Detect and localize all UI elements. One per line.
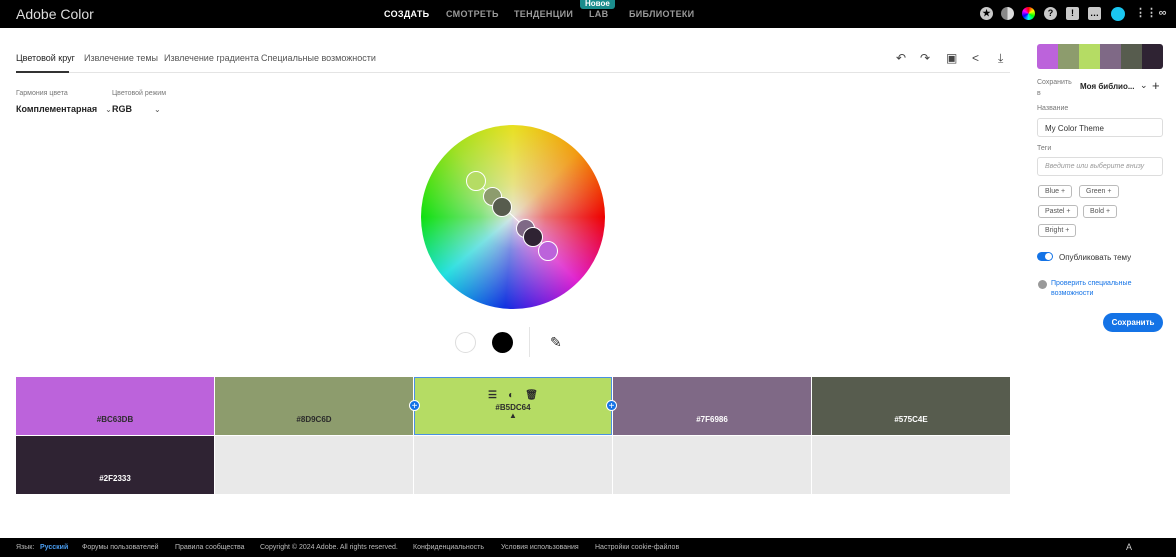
color-mode-label: Цветовой режим [112, 90, 167, 97]
chevron-down-icon[interactable]: ⌄ [1140, 80, 1148, 91]
white-brightness-button[interactable] [455, 332, 476, 353]
nav-lab[interactable]: LAB [589, 9, 608, 19]
publish-label: Опубликовать тему [1059, 253, 1132, 262]
tab-divider [16, 72, 1010, 73]
black-brightness-button[interactable] [492, 332, 513, 353]
download-icon[interactable]: ⤓ [998, 51, 1003, 66]
footer-link[interactable]: Настройки cookie-файлов [595, 544, 679, 551]
footer-link[interactable]: Правила сообщества [175, 544, 245, 551]
creative-cloud-icon[interactable]: ∞ [1156, 7, 1169, 20]
new-badge: Новое [580, 0, 615, 9]
swatch[interactable]: #BC63DB [16, 377, 214, 435]
swatch-selected[interactable]: ☰ ◐ 🗑 #B5DC64 ▲ [414, 377, 612, 435]
tag-pastel[interactable]: Pastel + [1038, 205, 1078, 218]
color-wheel-icon[interactable] [1022, 7, 1035, 20]
footer: Язык: Русский Форумы пользователей Прави… [0, 538, 1176, 557]
footer-link[interactable]: Форумы пользователей [82, 544, 159, 551]
harmony-value: Комплементарная [16, 104, 98, 114]
color-mode-value: RGB [112, 104, 132, 114]
star-icon[interactable]: ★ [980, 7, 993, 20]
feedback-icon[interactable]: ! [1066, 7, 1079, 20]
avatar[interactable] [1111, 7, 1125, 21]
fullscreen-icon[interactable]: ▣ [946, 51, 957, 65]
empty-swatch [414, 436, 612, 494]
tags-label: Теги [1037, 145, 1052, 152]
tab-extract-theme[interactable]: Извлечение темы [84, 53, 158, 63]
tag-blue[interactable]: Blue + [1038, 185, 1073, 198]
nav-create[interactable]: СОЗДАТЬ [384, 9, 429, 19]
palette-preview [1037, 44, 1163, 69]
contrast-icon[interactable] [1001, 7, 1014, 20]
chat-icon[interactable]: … [1088, 7, 1101, 20]
swatch[interactable]: #575C4E [812, 377, 1010, 435]
save-button[interactable]: Сохранить [1103, 313, 1163, 332]
language-link[interactable]: Русский [40, 544, 68, 551]
apps-grid-icon[interactable]: ⋮⋮ [1135, 7, 1157, 20]
tab-accessibility[interactable]: Специальные возможности [261, 53, 376, 63]
chevron-down-icon: ⌄ [154, 105, 161, 114]
swatch-hex[interactable]: #7F6986 [696, 415, 728, 424]
theme-name-input[interactable]: My Color Theme [1037, 118, 1163, 137]
swatch-hex[interactable]: #575C4E [894, 415, 927, 424]
active-tab-indicator [16, 71, 69, 73]
swatch-hex[interactable]: #2F2333 [99, 474, 131, 483]
save-to-label: Сохранить в [1037, 79, 1072, 97]
eyedropper-icon[interactable]: ✎ [550, 334, 562, 351]
swatch-hex[interactable]: #8D9C6D [296, 415, 331, 424]
swatch[interactable]: #2F2333 [16, 436, 214, 494]
empty-swatch [215, 436, 413, 494]
swatch-hex[interactable]: #BC63DB [97, 415, 133, 424]
empty-swatch [613, 436, 811, 494]
library-select[interactable]: Моя библио... [1080, 82, 1135, 91]
swatch[interactable]: #7F6986 [613, 377, 811, 435]
tag-green[interactable]: Green + [1079, 185, 1119, 198]
tags-input[interactable]: Введите или выберите внизу [1037, 157, 1163, 176]
top-bar: Adobe Color СОЗДАТЬ СМОТРЕТЬ ТЕНДЕНЦИИ Н… [0, 0, 1176, 28]
tab-extract-gradient[interactable]: Извлечение градиента [164, 53, 259, 63]
undo-icon[interactable]: ↶ [896, 51, 906, 65]
harmony-label: Гармония цвета [16, 90, 68, 97]
name-label: Название [1037, 105, 1069, 112]
add-color-right-button[interactable]: + [606, 400, 617, 412]
contrast-icon[interactable]: ◐ [508, 390, 514, 401]
accessibility-icon [1038, 280, 1047, 289]
language-label: Язык: [16, 544, 35, 551]
share-icon[interactable]: < [972, 51, 979, 65]
copyright: Copyright © 2024 Adobe. All rights reser… [260, 544, 398, 551]
nav-trends[interactable]: ТЕНДЕНЦИИ [514, 9, 573, 19]
adjust-sliders-icon[interactable]: ☰ [488, 390, 497, 401]
color-mode-select[interactable]: RGB ⌄ [112, 104, 161, 114]
tag-bold[interactable]: Bold + [1083, 205, 1118, 218]
wheel-marker[interactable] [466, 171, 486, 191]
check-accessibility-link[interactable]: Проверить специальные возможности [1051, 279, 1141, 299]
add-library-icon[interactable]: + [1152, 78, 1160, 93]
adobe-logo-icon: A [1126, 542, 1133, 552]
empty-swatch [812, 436, 1010, 494]
trash-icon[interactable]: 🗑 [525, 390, 538, 401]
footer-link[interactable]: Условия использования [501, 544, 579, 551]
swatch[interactable]: #8D9C6D [215, 377, 413, 435]
publish-toggle[interactable] [1037, 252, 1053, 261]
wheel-marker[interactable] [492, 197, 512, 217]
chevron-down-icon: ⌄ [105, 105, 112, 114]
divider [529, 327, 530, 357]
help-icon[interactable]: ? [1044, 7, 1057, 20]
tab-color-wheel[interactable]: Цветовой круг [16, 53, 75, 63]
redo-icon[interactable]: ↷ [920, 51, 930, 65]
footer-link[interactable]: Конфиденциальность [413, 544, 484, 551]
harmony-select[interactable]: Комплементарная ⌄ [16, 104, 112, 114]
app-logo[interactable]: Adobe Color [16, 6, 94, 22]
wheel-marker[interactable] [538, 241, 558, 261]
tag-bright[interactable]: Bright + [1038, 224, 1077, 237]
add-color-left-button[interactable]: + [409, 400, 420, 412]
nav-libraries[interactable]: БИБЛИОТЕКИ [629, 9, 694, 19]
nav-explore[interactable]: СМОТРЕТЬ [446, 9, 499, 19]
base-color-marker-icon: ▲ [509, 411, 517, 420]
